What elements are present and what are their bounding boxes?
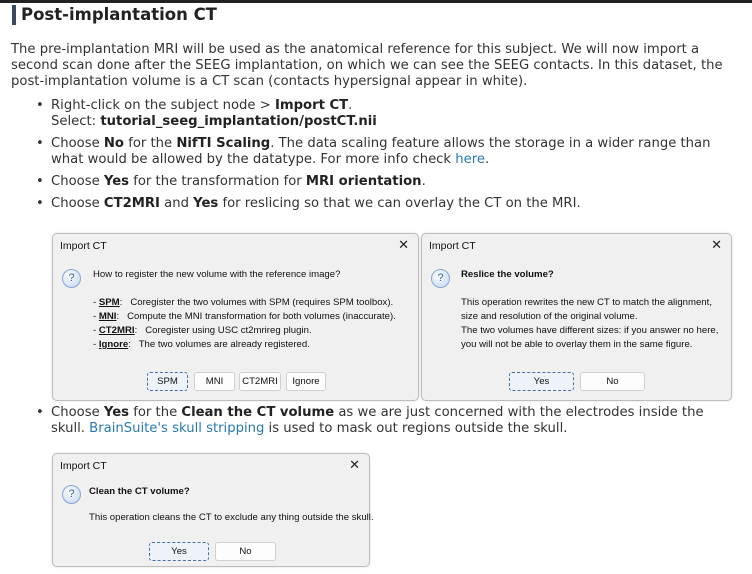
top-border: [0, 0, 752, 3]
close-icon[interactable]: ✕: [349, 457, 360, 473]
text: is used to mask out regions outside the …: [264, 421, 568, 436]
close-icon[interactable]: ✕: [711, 237, 722, 253]
dialog-title: Import CT: [60, 460, 107, 472]
text: for reslicing so that we can overlay the…: [218, 196, 581, 211]
text: Choose: [51, 405, 104, 420]
clean-dialog: Import CT ✕ ? Clean the CT volume? This …: [52, 453, 374, 567]
list-item: Choose No for the NifTI Scaling. The dat…: [0, 136, 740, 168]
bold-text: Yes: [103, 174, 130, 189]
text: Select:: [51, 114, 101, 129]
yes-button[interactable]: Yes: [509, 372, 574, 391]
link[interactable]: here: [455, 152, 485, 167]
dialog-message-line: This operation rewrites the new CT to ma…: [461, 297, 712, 308]
ct2mri-button[interactable]: CT2MRI: [239, 372, 281, 391]
bold-text: No: [103, 136, 124, 151]
no-button[interactable]: No: [215, 542, 276, 561]
text: Choose: [51, 136, 104, 151]
spm-button[interactable]: SPM: [147, 372, 188, 391]
bold-text: CT2MRI: [103, 196, 160, 211]
yes-button[interactable]: Yes: [149, 542, 209, 561]
dialog-message-line: The two volumes have different sizes: if…: [461, 325, 719, 336]
text: for the: [129, 405, 182, 420]
steps-list: Right-click on the subject node > Import…: [0, 98, 740, 218]
list-item: Choose CT2MRI and Yes for reslicing so t…: [0, 196, 740, 212]
text: for the transformation for: [129, 174, 306, 189]
text: and: [159, 196, 194, 211]
dialog-question: Clean the CT volume?: [89, 486, 190, 497]
list-item: Choose Yes for the Clean the CT volume a…: [0, 405, 740, 437]
option-key: CT2MRI: [98, 325, 135, 336]
text: .: [485, 152, 490, 167]
text: .: [421, 174, 426, 189]
dialog-question: Reslice the volume?: [461, 269, 554, 280]
steps-list-2: Choose Yes for the Clean the CT volume a…: [0, 405, 740, 443]
register-dialog: Import CT ✕ ? How to register the new vo…: [52, 233, 419, 401]
bold-text: Yes: [103, 405, 130, 420]
intro-paragraph: The pre-implantation MRI will be used as…: [11, 42, 723, 89]
mni-button[interactable]: MNI: [194, 372, 235, 391]
dialog-message-line: size and resolution of the original volu…: [461, 311, 638, 322]
option-line: - CT2MRI: Coregister using USC ct2mrireg…: [93, 325, 312, 336]
link[interactable]: BrainSuite's skull stripping: [89, 421, 264, 436]
bold-text: tutorial_seeg_implantation/postCT.nii: [100, 114, 377, 129]
text: Choose: [51, 174, 104, 189]
bold-text: Yes: [193, 196, 219, 211]
dialog-title: Import CT: [60, 240, 107, 252]
option-line: - SPM: Coregister the two volumes with S…: [93, 297, 394, 308]
question-icon: ?: [62, 485, 81, 504]
bold-text: Clean the CT volume: [181, 405, 335, 420]
text: Right-click on the subject node >: [51, 98, 275, 113]
text: .: [348, 98, 353, 113]
question-icon: ?: [62, 269, 81, 288]
question-icon: ?: [431, 269, 450, 288]
option-key: Ignore: [98, 339, 129, 350]
close-icon[interactable]: ✕: [398, 237, 409, 253]
option-line: - MNI: Compute the MNI transformation fo…: [93, 311, 396, 322]
text: for the: [124, 136, 177, 151]
ignore-button[interactable]: Ignore: [286, 372, 326, 391]
option-desc: : Coregister the two volumes with SPM (r…: [119, 297, 394, 308]
dialog-title: Import CT: [429, 240, 476, 252]
option-desc: : Compute the MNI transformation for bot…: [116, 311, 396, 322]
bold-text: NifTI Scaling: [176, 136, 271, 151]
list-item: Right-click on the subject node > Import…: [0, 98, 740, 130]
option-key: SPM: [98, 297, 120, 308]
bold-text: Import CT: [274, 98, 349, 113]
dialog-question: How to register the new volume with the …: [93, 269, 341, 280]
section-heading: Post-implantation CT: [12, 5, 217, 25]
dialog-message-line: This operation cleans the CT to exclude …: [89, 512, 374, 523]
reslice-dialog: Import CT ✕ ? Reslice the volume? This o…: [421, 233, 732, 401]
dialog-message-line: you will not be able to overlay them in …: [461, 339, 693, 350]
list-item: Choose Yes for the transformation for MR…: [0, 174, 740, 190]
option-desc: : Coregister using USC ct2mrireg plugin.: [134, 325, 312, 336]
option-desc: : The two volumes are already registered…: [128, 339, 310, 350]
option-key: MNI: [98, 311, 117, 322]
option-line: - Ignore: The two volumes are already re…: [93, 339, 310, 350]
bold-text: MRI orientation: [305, 174, 422, 189]
no-button[interactable]: No: [580, 372, 645, 391]
text: Choose: [51, 196, 104, 211]
